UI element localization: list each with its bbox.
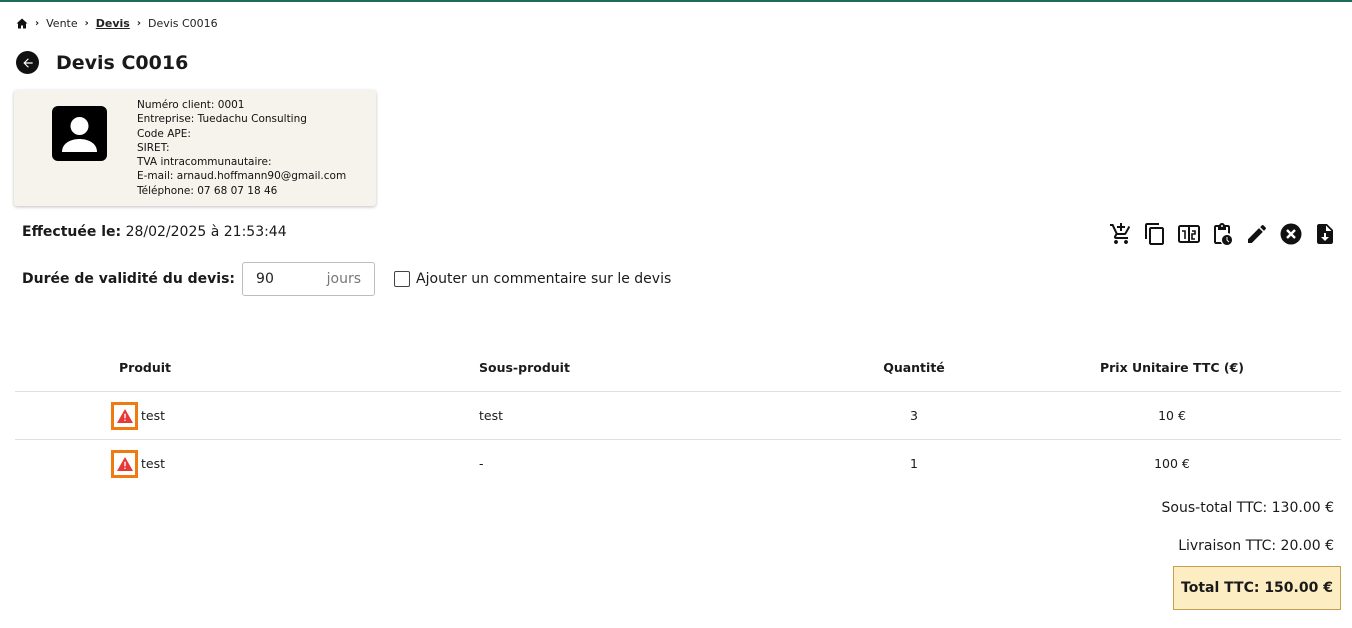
edit-icon[interactable] bbox=[1240, 221, 1274, 247]
grand-total: Total TTC: 150.00 € bbox=[1173, 566, 1341, 610]
header-sous-produit: Sous-produit bbox=[479, 360, 570, 375]
chevron-right-icon: › bbox=[136, 18, 141, 29]
products-table: Produit Sous-produit Quantité Prix Unita… bbox=[15, 344, 1341, 487]
validity-row: Durée de validité du devis: jours Ajoute… bbox=[22, 262, 671, 296]
invoice-icon[interactable] bbox=[1172, 221, 1206, 247]
chevron-right-icon: › bbox=[84, 18, 89, 29]
avatar-icon bbox=[52, 106, 107, 161]
comment-checkbox-row[interactable]: Ajouter un commentaire sur le devis bbox=[394, 271, 671, 287]
comment-checkbox[interactable] bbox=[394, 271, 411, 287]
action-toolbar bbox=[1104, 221, 1342, 247]
cell-produit: test bbox=[111, 440, 166, 487]
breadcrumb: › Vente › Devis › Devis C0016 bbox=[16, 17, 218, 30]
cell-prix: 100 € bbox=[1154, 456, 1190, 471]
warning-icon[interactable] bbox=[111, 449, 138, 478]
copy-icon[interactable] bbox=[1138, 221, 1172, 247]
cell-produit: test bbox=[111, 392, 166, 439]
breadcrumb-vente[interactable]: Vente bbox=[46, 17, 78, 30]
header-produit: Produit bbox=[119, 360, 172, 375]
cell-prix: 10 € bbox=[1158, 408, 1186, 423]
cell-quantite: 3 bbox=[910, 408, 918, 423]
client-siret: SIRET: bbox=[137, 141, 170, 154]
validity-label: Durée de validité du devis: bbox=[22, 271, 236, 287]
client-card: Numéro client: 0001 Entreprise: Tuedachu… bbox=[14, 90, 376, 206]
file-download-icon[interactable] bbox=[1308, 221, 1342, 247]
client-email: E-mail: arnaud.hoffmann90@gmail.com bbox=[137, 170, 347, 183]
clipboard-clock-icon[interactable] bbox=[1206, 221, 1240, 247]
effectuee-label: Effectuée le: bbox=[22, 224, 122, 240]
breadcrumb-current: Devis C0016 bbox=[147, 17, 218, 30]
client-ape: Code APE: bbox=[137, 127, 191, 140]
cell-quantite: 1 bbox=[910, 456, 918, 471]
title-row: Devis C0016 bbox=[16, 51, 188, 74]
table-row: test test 3 10 € bbox=[15, 392, 1341, 440]
subtotal: Sous-total TTC: 130.00 € bbox=[1161, 500, 1334, 516]
effectuee-value: 28/02/2025 à 21:53:44 bbox=[125, 224, 287, 240]
page-title: Devis C0016 bbox=[56, 51, 189, 74]
header-quantite: Quantité bbox=[883, 360, 945, 375]
produit-name: test bbox=[141, 408, 166, 423]
cart-add-icon[interactable] bbox=[1104, 221, 1138, 247]
validity-field: jours bbox=[242, 262, 376, 296]
table-row: test - 1 100 € bbox=[15, 440, 1341, 487]
cell-sous-produit: test bbox=[479, 408, 504, 423]
cancel-icon[interactable] bbox=[1274, 221, 1308, 247]
client-info: Numéro client: 0001 Entreprise: Tuedachu… bbox=[137, 98, 346, 198]
warning-icon[interactable] bbox=[111, 401, 138, 430]
cell-sous-produit: - bbox=[479, 456, 484, 471]
client-number: Numéro client: 0001 bbox=[137, 99, 245, 111]
validity-input[interactable] bbox=[256, 271, 317, 287]
client-company: Entreprise: Tuedachu Consulting bbox=[137, 113, 307, 126]
comment-checkbox-label: Ajouter un commentaire sur le devis bbox=[416, 271, 672, 287]
home-icon[interactable] bbox=[16, 18, 28, 29]
delivery-cost: Livraison TTC: 20.00 € bbox=[1178, 538, 1334, 554]
back-arrow-icon[interactable] bbox=[16, 51, 39, 74]
client-tva: TVA intracommunautaire: bbox=[137, 156, 272, 169]
table-header: Produit Sous-produit Quantité Prix Unita… bbox=[15, 344, 1341, 392]
chevron-right-icon: › bbox=[35, 18, 40, 29]
validity-unit: jours bbox=[326, 271, 362, 287]
effectuee-date: Effectuée le: 28/02/2025 à 21:53:44 bbox=[22, 224, 287, 240]
produit-name: test bbox=[141, 456, 166, 471]
breadcrumb-devis[interactable]: Devis bbox=[96, 17, 130, 30]
header-prix: Prix Unitaire TTC (€) bbox=[1099, 360, 1245, 375]
client-phone: Téléphone: 07 68 07 18 46 bbox=[137, 184, 278, 197]
